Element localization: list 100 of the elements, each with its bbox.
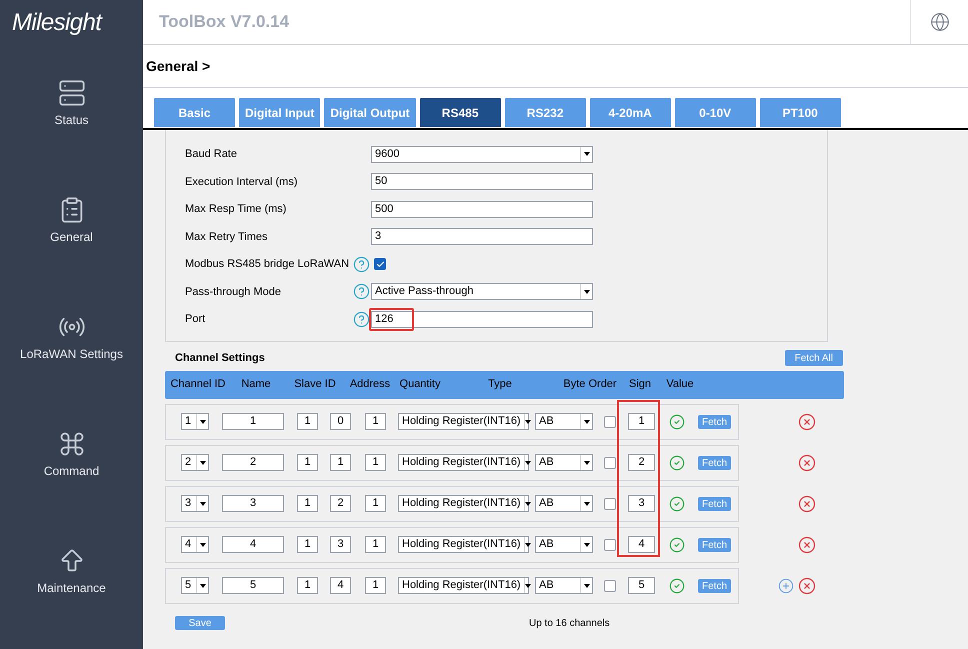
logo: Milesight	[11, 8, 104, 38]
input-field[interactable]: 1	[365, 536, 386, 553]
input-field[interactable]: 1	[297, 413, 318, 430]
dropdown[interactable]: Holding Register(INT16)	[398, 454, 529, 471]
help-icon[interactable]	[353, 283, 370, 300]
dropdown[interactable]: AB	[535, 495, 593, 512]
globe-icon	[930, 12, 950, 32]
dropdown[interactable]: AB	[535, 454, 593, 471]
caret-icon	[584, 420, 590, 424]
input-field[interactable]: 1	[222, 413, 284, 430]
sign-checkbox[interactable]	[604, 538, 616, 550]
dropdown[interactable]: 4	[181, 536, 209, 553]
dropdown[interactable]: AB	[535, 536, 593, 553]
dropdown[interactable]: 2	[181, 454, 209, 471]
dropdown[interactable]: 1	[181, 413, 209, 430]
caret-icon	[200, 420, 206, 424]
input-field[interactable]: 0	[330, 413, 351, 430]
input-field[interactable]: 2	[330, 495, 351, 512]
input-field[interactable]: 1	[297, 536, 318, 553]
breadcrumb: General >	[146, 56, 210, 76]
sidebar-item[interactable]: LoRaWAN Settings	[0, 279, 143, 396]
caret-icon	[584, 584, 590, 588]
caret-icon	[584, 460, 590, 464]
sidebar-item[interactable]: Command	[0, 396, 143, 513]
delete-icon[interactable]	[798, 576, 816, 594]
column-header: Sign	[628, 377, 652, 392]
input-field[interactable]: 5	[628, 577, 655, 594]
checkbox[interactable]	[374, 258, 386, 270]
sidebar-item[interactable]: Status	[0, 45, 143, 162]
field-label: Execution Interval (ms)	[185, 174, 298, 188]
input-field[interactable]: 1	[365, 413, 386, 430]
dropdown[interactable]: 5	[181, 577, 209, 594]
column-header: Channel ID	[169, 377, 227, 392]
input-field[interactable]: 500	[371, 200, 593, 218]
caret-icon	[200, 542, 206, 546]
input-field[interactable]: 126	[371, 310, 593, 328]
input-field[interactable]: 50	[371, 173, 593, 190]
column-header: Type	[487, 377, 513, 392]
sign-checkbox[interactable]	[604, 580, 616, 592]
sign-checkbox[interactable]	[604, 456, 616, 468]
input-field[interactable]: 3	[371, 228, 593, 245]
dropdown[interactable]: Holding Register(INT16)	[398, 536, 529, 553]
sign-checkbox[interactable]	[604, 416, 616, 428]
caret-icon	[524, 584, 531, 588]
caret-icon	[524, 542, 531, 546]
dropdown[interactable]: AB	[535, 577, 593, 594]
column-header: Address	[348, 377, 392, 392]
caret-icon	[584, 152, 590, 156]
input-field[interactable]: 1	[365, 577, 386, 594]
delete-icon[interactable]	[798, 536, 816, 554]
input-field[interactable]: 4	[222, 536, 284, 553]
input-field[interactable]: 1	[330, 454, 351, 471]
column-header: Byte Order	[562, 377, 618, 392]
dropdown[interactable]: 9600	[371, 146, 593, 162]
input-field[interactable]: 2	[222, 454, 284, 471]
dropdown[interactable]: Holding Register(INT16)	[398, 495, 529, 512]
column-header: Quantity	[398, 377, 442, 392]
dropdown[interactable]: Holding Register(INT16)	[398, 577, 529, 594]
dropdown[interactable]: AB	[535, 413, 593, 430]
field-label: Max Resp Time (ms)	[185, 202, 288, 216]
input-field[interactable]: 3	[628, 495, 655, 512]
check-circle-icon	[669, 496, 685, 512]
help-icon[interactable]	[353, 256, 370, 272]
dropdown[interactable]: Holding Register(INT16)	[398, 413, 529, 430]
check-circle-icon	[669, 578, 685, 594]
add-icon[interactable]	[778, 578, 794, 594]
field-label: Port	[185, 312, 206, 326]
command-icon	[58, 430, 86, 458]
field-label: Baud Rate	[185, 147, 238, 161]
app-title: ToolBox V7.0.14	[158, 11, 290, 34]
column-header: Value	[665, 377, 695, 392]
caret-icon	[200, 460, 206, 464]
input-field[interactable]: 3	[222, 495, 284, 512]
caret-icon	[584, 542, 590, 546]
input-field[interactable]: 5	[222, 577, 284, 594]
input-field[interactable]: 1	[297, 454, 318, 471]
caret-icon	[584, 290, 590, 294]
check-circle-icon	[669, 454, 685, 470]
input-field[interactable]: 4	[330, 577, 351, 594]
tab[interactable]: RS485	[418, 97, 502, 128]
input-field[interactable]: 2	[628, 454, 655, 471]
caret-icon	[524, 420, 531, 424]
input-field[interactable]: 1	[365, 454, 386, 471]
input-field[interactable]: 1	[365, 495, 386, 512]
input-field[interactable]: 4	[628, 536, 655, 553]
caret-icon	[200, 502, 206, 506]
sidebar-item[interactable]: Maintenance	[0, 513, 143, 630]
delete-icon[interactable]	[798, 454, 816, 472]
sign-checkbox[interactable]	[604, 498, 616, 510]
delete-icon[interactable]	[798, 494, 816, 512]
sidebar-item[interactable]: General	[0, 162, 143, 279]
input-field[interactable]: 1	[297, 577, 318, 594]
help-icon[interactable]	[353, 310, 370, 328]
input-field[interactable]: 1	[628, 413, 655, 430]
dropdown[interactable]: 3	[181, 495, 209, 512]
field-label: Pass-through Mode	[185, 284, 282, 298]
input-field[interactable]: 3	[330, 536, 351, 553]
input-field[interactable]: 1	[297, 495, 318, 512]
dropdown[interactable]: Active Pass-through	[371, 283, 593, 300]
delete-icon[interactable]	[798, 412, 816, 430]
